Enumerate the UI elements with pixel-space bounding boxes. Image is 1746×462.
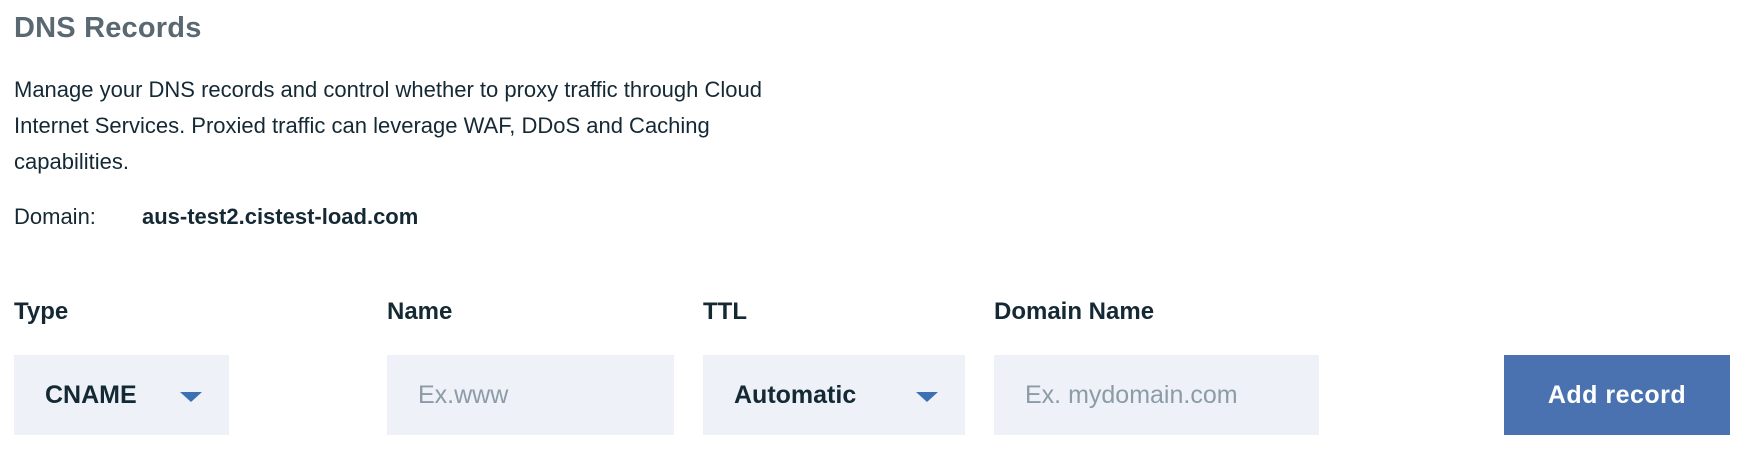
type-select-value: CNAME	[45, 380, 137, 409]
type-label: Type	[14, 298, 69, 325]
page-title: DNS Records	[14, 12, 202, 44]
ttl-select[interactable]: Automatic	[703, 355, 965, 435]
page-description: Manage your DNS records and control whet…	[14, 77, 762, 174]
domain-row: Domain: aus-test2.cistest-load.com	[14, 202, 418, 232]
chevron-down-icon	[916, 392, 938, 402]
domain-name-field	[994, 355, 1319, 435]
ttl-select-value: Automatic	[734, 380, 857, 409]
domain-name-label: Domain Name	[994, 298, 1155, 325]
name-label: Name	[387, 298, 453, 325]
type-select[interactable]: CNAME	[14, 355, 229, 435]
name-field	[387, 355, 674, 435]
name-input[interactable]	[418, 380, 658, 410]
domain-name-input[interactable]	[1025, 380, 1303, 410]
chevron-down-icon	[180, 392, 202, 402]
ttl-label: TTL	[703, 298, 747, 325]
add-record-button[interactable]: Add record	[1504, 355, 1730, 435]
domain-value: aus-test2.cistest-load.com	[142, 204, 419, 229]
dns-records-panel: DNS Records Manage your DNS records and …	[14, 0, 1734, 462]
domain-label: Domain:	[14, 204, 96, 229]
